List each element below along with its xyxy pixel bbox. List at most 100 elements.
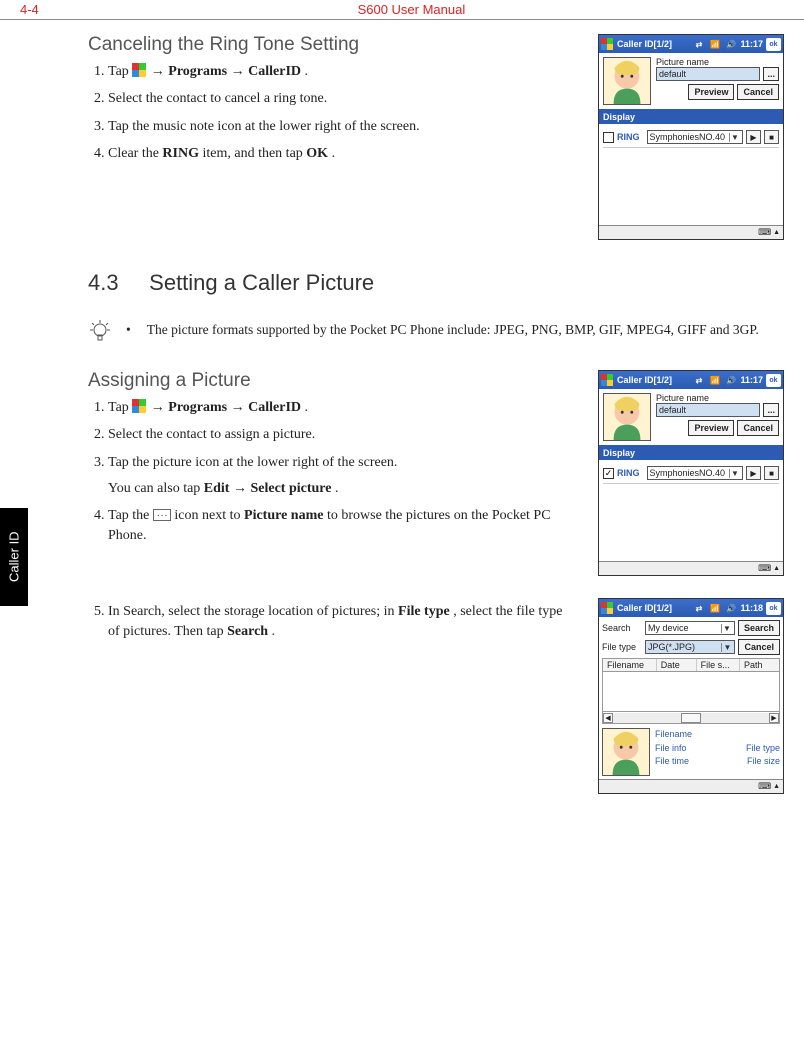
filetype-value: JPG(*.JPG) bbox=[648, 642, 695, 652]
scroll-right-icon[interactable]: ▶ bbox=[769, 713, 779, 723]
col-path[interactable]: Path bbox=[740, 659, 779, 671]
ok-button[interactable]: ok bbox=[766, 374, 781, 387]
text-ring: RING bbox=[162, 146, 199, 161]
text: → bbox=[233, 481, 251, 496]
heading-cancel-ring-tone: Canceling the Ring Tone Setting bbox=[88, 34, 580, 56]
preview-button[interactable]: Preview bbox=[688, 420, 734, 436]
clock: 11:17 bbox=[740, 39, 763, 49]
text: . bbox=[332, 146, 336, 161]
chevron-down-icon: ▼ bbox=[729, 469, 740, 478]
col-filename[interactable]: Filename bbox=[603, 659, 657, 671]
cancel-button[interactable]: Cancel bbox=[738, 639, 780, 655]
results-table-header: Filename Date File s... Path bbox=[602, 658, 780, 672]
contact-avatar bbox=[603, 57, 651, 105]
keyboard-icon[interactable]: ⌨ bbox=[758, 227, 771, 238]
window-title: Caller ID[1/2] bbox=[617, 603, 689, 613]
sip-up-icon[interactable]: ▲ bbox=[773, 783, 780, 790]
speaker-icon: 🔊 bbox=[724, 374, 737, 387]
manual-title: S600 User Manual bbox=[39, 2, 784, 17]
text-select-picture: Select picture bbox=[250, 481, 331, 496]
keyboard-icon[interactable]: ⌨ bbox=[758, 563, 771, 574]
text: . bbox=[305, 64, 309, 79]
ring-label: RING bbox=[617, 132, 640, 142]
screenshot-callerid-ring-unchecked: Caller ID[1/2] ⇄ 📶 🔊 11:17 ok Picture na… bbox=[598, 34, 784, 240]
search-location-value: My device bbox=[648, 623, 689, 633]
stop-button[interactable]: ■ bbox=[764, 130, 779, 144]
section-number: 4.3 bbox=[88, 270, 119, 295]
step-2: Select the contact to assign a picture. bbox=[108, 425, 580, 445]
side-tab-caller-id: Caller ID bbox=[0, 508, 28, 606]
play-button[interactable]: ▶ bbox=[746, 130, 761, 144]
ring-label: RING bbox=[617, 468, 640, 478]
picture-name-input[interactable]: default bbox=[656, 67, 760, 81]
screenshot-picture-search: Caller ID[1/2] ⇄ 📶 🔊 11:18 ok Search My … bbox=[598, 598, 784, 794]
detail-fileinfo: File info bbox=[655, 742, 687, 756]
display-header: Display bbox=[599, 445, 783, 460]
steps-cancel-ring-tone: Tap → Programs → CallerID . Select the c… bbox=[88, 62, 580, 164]
sip-up-icon[interactable]: ▲ bbox=[773, 229, 780, 236]
search-label: Search bbox=[602, 623, 642, 633]
text: → bbox=[151, 64, 169, 79]
steps-assigning-picture: Tap → Programs → CallerID . Select the c… bbox=[88, 398, 580, 547]
chevron-down-icon: ▼ bbox=[721, 643, 732, 652]
browse-button[interactable]: ... bbox=[763, 403, 779, 417]
detail-filename: Filename bbox=[655, 728, 780, 742]
ring-checkbox[interactable] bbox=[603, 132, 614, 143]
step-1: Tap → Programs → CallerID . bbox=[108, 398, 580, 418]
connectivity-icon: ⇄ bbox=[692, 602, 705, 615]
cancel-button[interactable]: Cancel bbox=[737, 84, 779, 100]
ok-button[interactable]: ok bbox=[766, 38, 781, 51]
step-3: Tap the picture icon at the lower right … bbox=[108, 453, 580, 500]
text-callerid: CallerID bbox=[248, 400, 301, 415]
ringtone-dropdown[interactable]: SymphoniesNO.40 ▼ bbox=[647, 130, 744, 144]
results-list[interactable] bbox=[602, 672, 780, 712]
window-title: Caller ID[1/2] bbox=[617, 39, 689, 49]
step-2: Select the contact to cancel a ring tone… bbox=[108, 89, 580, 109]
window-title: Caller ID[1/2] bbox=[617, 375, 689, 385]
browse-button[interactable]: ... bbox=[763, 67, 779, 81]
text: icon next to bbox=[174, 508, 244, 523]
start-flag-icon bbox=[601, 602, 614, 615]
text-file-type: File type bbox=[398, 604, 450, 619]
sip-up-icon[interactable]: ▲ bbox=[773, 565, 780, 572]
text: You can also tap bbox=[108, 481, 204, 496]
step-3: Tap the music note icon at the lower rig… bbox=[108, 117, 580, 137]
search-location-dropdown[interactable]: My device ▼ bbox=[645, 621, 735, 635]
filetype-dropdown[interactable]: JPG(*.JPG) ▼ bbox=[645, 640, 735, 654]
search-button[interactable]: Search bbox=[738, 620, 780, 636]
note-bullet: • bbox=[126, 320, 131, 340]
preview-button[interactable]: Preview bbox=[688, 84, 734, 100]
cancel-button[interactable]: Cancel bbox=[737, 420, 779, 436]
detail-filetime: File time bbox=[655, 755, 689, 769]
speaker-icon: 🔊 bbox=[724, 602, 737, 615]
step-5: In Search, select the storage location o… bbox=[108, 602, 580, 643]
ok-button[interactable]: ok bbox=[766, 602, 781, 615]
speaker-icon: 🔊 bbox=[724, 38, 737, 51]
ringtone-value: SymphoniesNO.40 bbox=[650, 132, 726, 142]
start-flag-icon bbox=[132, 399, 147, 413]
text-programs: Programs bbox=[168, 64, 227, 79]
detail-filesize: File size bbox=[747, 755, 780, 769]
col-date[interactable]: Date bbox=[657, 659, 697, 671]
ringtone-dropdown[interactable]: SymphoniesNO.40 ▼ bbox=[647, 466, 744, 480]
stop-button[interactable]: ■ bbox=[764, 466, 779, 480]
screenshot-callerid-ring-checked: Caller ID[1/2] ⇄ 📶 🔊 11:17 ok Picture na… bbox=[598, 370, 784, 576]
text: Tap bbox=[108, 64, 132, 79]
col-filesize[interactable]: File s... bbox=[697, 659, 740, 671]
keyboard-icon[interactable]: ⌨ bbox=[758, 781, 771, 792]
play-button[interactable]: ▶ bbox=[746, 466, 761, 480]
chevron-down-icon: ▼ bbox=[729, 133, 740, 142]
display-header: Display bbox=[599, 109, 783, 124]
picture-name-input[interactable]: default bbox=[656, 403, 760, 417]
note-text: The picture formats supported by the Poc… bbox=[147, 320, 759, 340]
ring-checkbox[interactable]: ✓ bbox=[603, 468, 614, 479]
scroll-left-icon[interactable]: ◀ bbox=[603, 713, 613, 723]
text: Tap bbox=[108, 400, 132, 415]
horizontal-scrollbar[interactable]: ◀ ▶ bbox=[602, 712, 780, 724]
chevron-down-icon: ▼ bbox=[721, 624, 732, 633]
text: Tap the bbox=[108, 508, 153, 523]
connectivity-icon: ⇄ bbox=[692, 374, 705, 387]
picture-name-label: Picture name bbox=[656, 57, 779, 67]
start-flag-icon bbox=[601, 374, 614, 387]
connectivity-icon: ⇄ bbox=[692, 38, 705, 51]
